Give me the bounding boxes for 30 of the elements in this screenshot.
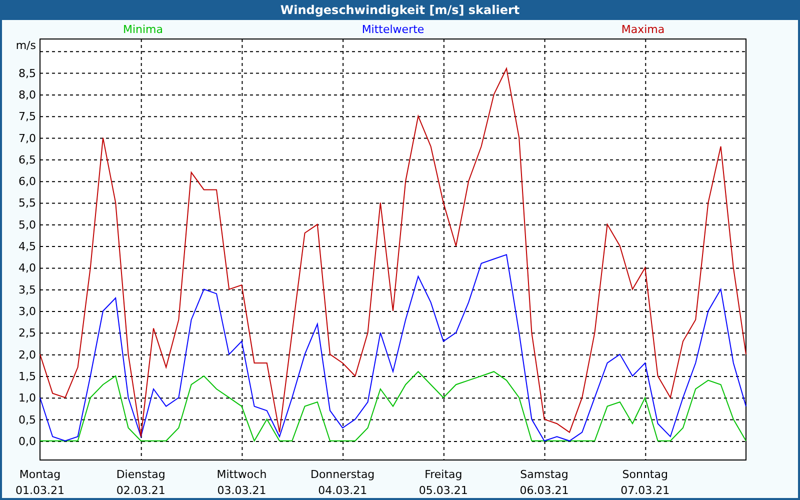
x-tick-label: Sonntag 07.03.21 — [620, 468, 670, 497]
y-tick-label: 1,0 — [18, 392, 36, 405]
window-title: Windgeschwindigkeit [m/s] skaliert — [280, 3, 520, 17]
y-tick-label: 3,0 — [18, 305, 36, 318]
y-axis-unit: m/s — [16, 39, 36, 52]
y-tick-label: 4,5 — [18, 240, 36, 254]
y-tick-label: 5,0 — [18, 218, 36, 232]
y-tick-label: 7,0 — [18, 132, 36, 145]
y-tick-label: 8,0 — [18, 88, 36, 102]
x-tick-label: Donnerstag 04.03.21 — [310, 468, 375, 497]
legend-label: Minima — [122, 23, 164, 36]
legend-label: Mittelwerte — [362, 23, 424, 36]
y-tick-label: 1,5 — [18, 370, 36, 383]
x-tick-label: Freitag 05.03.21 — [418, 468, 468, 497]
y-tick-label: 6,0 — [18, 175, 36, 188]
y-tick-label: 0,5 — [18, 413, 36, 426]
x-tick-label: Mittwoch 03.03.21 — [216, 468, 267, 497]
x-tick-label: Montag 01.03.21 — [16, 468, 64, 497]
y-tick-label: 8,5 — [18, 66, 36, 80]
legend-label: Maxima — [621, 23, 665, 36]
y-tick-label: 0,0 — [18, 434, 36, 448]
y-tick-label: 7,5 — [18, 110, 36, 124]
x-tick-label: Samstag 06.03.21 — [520, 468, 569, 497]
y-tick-label: 4,0 — [18, 262, 36, 275]
y-tick-label: 2,5 — [18, 326, 36, 340]
y-tick-label: 5,5 — [18, 196, 36, 210]
y-tick-label: 6,5 — [18, 153, 36, 166]
y-tick-label: 3,5 — [18, 283, 36, 296]
x-tick-label: Dienstag 02.03.21 — [116, 468, 166, 497]
y-tick-label: 2,0 — [18, 348, 36, 362]
